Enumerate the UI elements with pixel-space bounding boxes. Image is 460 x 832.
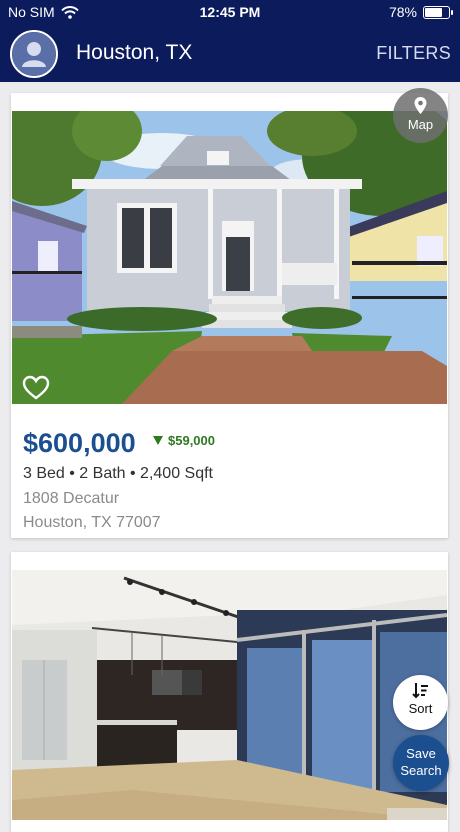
user-avatar-icon <box>12 32 56 76</box>
filters-button[interactable]: FILTERS <box>376 43 451 64</box>
heart-icon <box>22 375 50 400</box>
save-search-button[interactable]: Save Search <box>393 735 449 791</box>
status-bar: No SIM 12:45 PM 78% <box>0 0 460 26</box>
map-button[interactable]: Map <box>393 88 448 143</box>
map-label: Map <box>407 117 434 132</box>
battery-level <box>425 7 443 17</box>
save-search-line2: Search <box>400 763 442 778</box>
nav-bar: Houston, TX FILTERS <box>0 26 460 82</box>
listing-street: 1808 Decatur <box>23 490 120 507</box>
price-drop: $59,000 <box>153 433 215 448</box>
price-down-arrow-icon <box>153 436 163 445</box>
sort-icon <box>412 683 428 699</box>
price-drop-amount: $59,000 <box>168 433 215 448</box>
battery-icon <box>423 5 453 19</box>
status-right: 78% <box>388 4 453 20</box>
listing-photo[interactable] <box>12 111 447 404</box>
sort-button[interactable]: Sort <box>393 675 448 730</box>
map-pin-icon <box>414 97 427 114</box>
user-avatar-button[interactable] <box>10 30 58 78</box>
listing-photo[interactable] <box>12 570 447 820</box>
sort-label: Sort <box>408 701 433 716</box>
location-title[interactable]: Houston, TX <box>76 41 192 65</box>
listing-city: Houston, TX 77007 <box>23 514 161 531</box>
listing-card[interactable] <box>11 552 448 832</box>
battery-percent: 78% <box>388 4 417 20</box>
save-search-line1: Save <box>406 746 436 761</box>
listing-specs: 3 Bed • 2 Bath • 2,400 Sqft <box>23 465 213 482</box>
favorite-button[interactable] <box>22 375 50 405</box>
listing-price: $600,000 <box>23 428 136 458</box>
